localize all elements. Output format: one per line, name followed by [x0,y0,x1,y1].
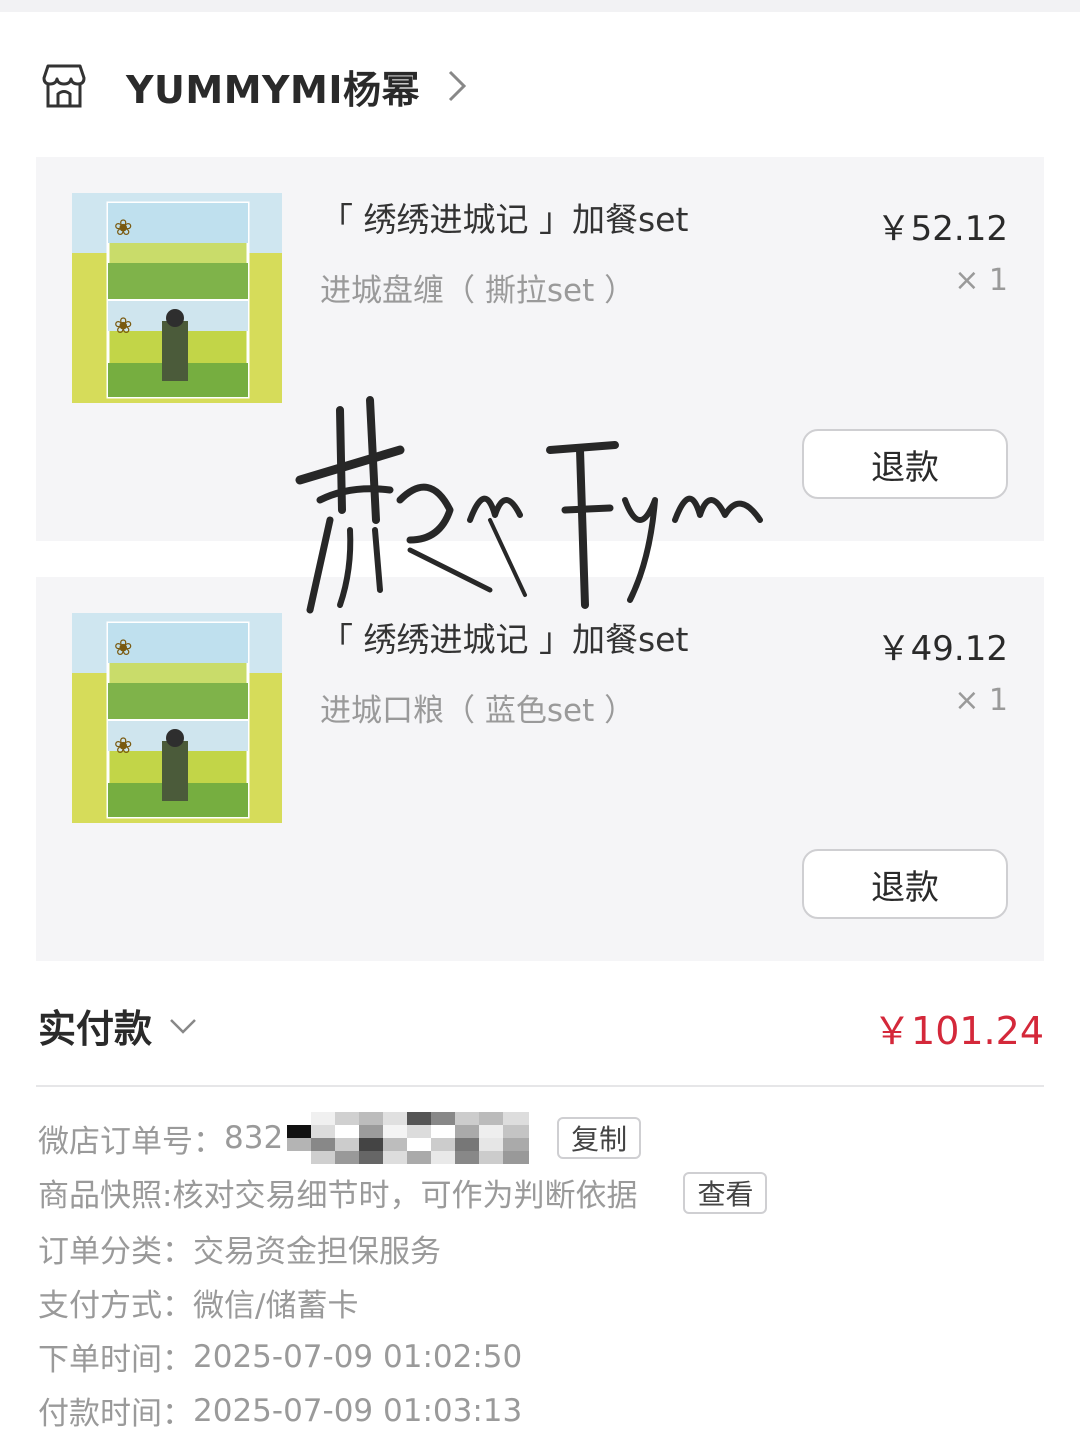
order-time-label: 下单时间： [38,1342,193,1378]
snapshot-text: 核对交易细节时，可作为判断依据 [172,1178,638,1214]
order-time-value: 2025-07-09 01:02:50 [193,1338,523,1375]
chevron-down-icon[interactable] [168,1016,198,1036]
payment-method-value: 微信/储蓄卡 [193,1288,359,1324]
pay-time-row: 付款时间： 2025-07-09 01:03:13 [38,1388,522,1433]
total-paid-text[interactable]: 实付款 [38,998,152,1053]
svg-text:❀: ❀ [114,734,132,759]
shop-header[interactable]: YUMMYMI杨幂 [36,55,470,117]
pay-time-label: 付款时间： [38,1396,193,1432]
svg-text:❀: ❀ [114,216,132,241]
snapshot-label: 商品快照: [38,1178,173,1214]
refund-button[interactable]: 退款 [802,849,1008,919]
item-quantity: × 1 [954,683,1008,718]
divider [36,1085,1044,1087]
svg-text:❀: ❀ [114,314,132,339]
snapshot-row: 商品快照: 核对交易细节时，可作为判断依据 查看 [38,1170,768,1215]
pay-time-value: 2025-07-09 01:03:13 [193,1392,523,1429]
order-category-label: 订单分类： [38,1234,193,1270]
payment-method-row: 支付方式： 微信/储蓄卡 [38,1280,358,1325]
product-thumbnail[interactable]: ❀ ❀ [72,193,282,403]
top-bar [0,0,1080,12]
item-variant: 进城口粮（ 蓝色set ） [320,693,636,729]
store-icon [42,64,86,108]
order-time-row: 下单时间： 2025-07-09 01:02:50 [38,1334,522,1379]
item-quantity: × 1 [954,263,1008,298]
item-price: ￥49.12 [876,629,1008,669]
item-title[interactable]: 「 绣绣进城记 」加餐set [320,613,688,661]
order-item-card: ❀ ❀ 「 绣绣进城记 」加餐set 进城口粮（ 蓝色set ） ￥49.12 … [36,577,1044,961]
order-category-value: 交易资金担保服务 [193,1234,441,1270]
chevron-right-icon[interactable] [446,66,470,106]
copy-button[interactable]: 复制 [557,1117,642,1159]
refund-button[interactable]: 退款 [802,429,1008,499]
item-price: ￥52.12 [876,209,1008,249]
view-snapshot-button[interactable]: 查看 [683,1171,768,1214]
svg-text:❀: ❀ [114,636,132,661]
order-item-card: ❀ ❀ 「 绣绣进城记 」加餐set 进城盘缠（ 撕拉set ） ￥52.12 … [36,157,1044,541]
redacted-mosaic [287,1112,530,1164]
total-paid-amount: ￥101.24 [873,1009,1044,1053]
order-number-value: 832 [224,1120,284,1156]
payment-method-label: 支付方式： [38,1288,193,1324]
product-thumbnail[interactable]: ❀ ❀ [72,613,282,823]
order-category-row: 订单分类： 交易资金担保服务 [38,1226,441,1271]
item-variant: 进城盘缠（ 撕拉set ） [320,273,636,309]
total-paid-label[interactable]: 实付款 [38,998,198,1053]
shop-name[interactable]: YUMMYMI杨幂 [126,59,420,114]
order-number-row: 微店订单号： 832 复制 [38,1112,642,1164]
order-number-label: 微店订单号： [38,1123,224,1160]
item-title[interactable]: 「 绣绣进城记 」加餐set [320,193,688,241]
